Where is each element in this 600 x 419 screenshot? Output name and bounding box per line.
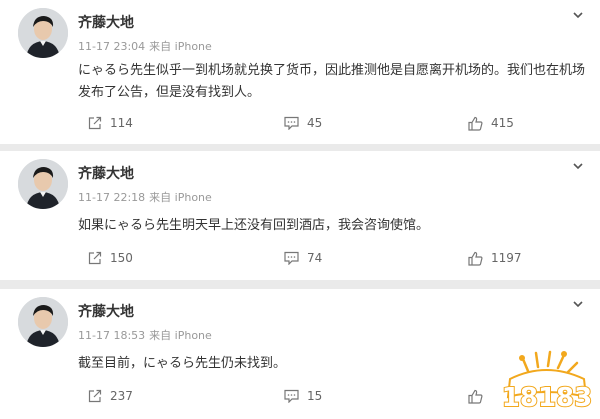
post-time[interactable]: 11-17 18:53 [78, 329, 145, 342]
post-actions: 150 74 1197 [0, 247, 600, 269]
like-button[interactable]: 1197 [468, 247, 522, 269]
like-button[interactable]: 415 [468, 112, 514, 134]
like-icon [468, 116, 483, 131]
post-text: 如果にゃるら先生明天早上还没有回到酒店，我会咨询使馆。 [78, 218, 430, 233]
post-time[interactable]: 11-17 23:04 [78, 40, 145, 53]
share-count: 237 [110, 389, 133, 403]
author-name[interactable]: 齐藤大地 [78, 163, 134, 183]
like-button[interactable] [468, 385, 491, 407]
chevron-down-icon[interactable] [572, 298, 584, 310]
avatar[interactable] [18, 159, 68, 209]
avatar[interactable] [18, 8, 68, 58]
comment-button[interactable]: 45 [284, 112, 322, 134]
post-meta: 11-17 23:04 来自 iPhone [78, 38, 212, 54]
share-count: 150 [110, 251, 133, 265]
post-card: 齐藤大地 11-17 23:04 来自 iPhone にゃるら先生似乎一到机场就兑… [0, 0, 600, 144]
comment-icon [284, 389, 299, 403]
share-button[interactable]: 237 [88, 385, 133, 407]
avatar-photo [18, 297, 68, 347]
post-source: 来自 iPhone [149, 329, 212, 342]
share-icon [88, 116, 102, 130]
post-source: 来自 iPhone [149, 191, 212, 204]
chevron-down-icon[interactable] [572, 160, 584, 172]
post-meta: 11-17 22:18 来自 iPhone [78, 189, 212, 205]
share-button[interactable]: 114 [88, 112, 133, 134]
share-count: 114 [110, 116, 133, 130]
like-count: 1197 [491, 251, 522, 265]
like-count: 415 [491, 116, 514, 130]
post-meta: 11-17 18:53 来自 iPhone [78, 327, 212, 343]
share-icon [88, 251, 102, 265]
share-button[interactable]: 150 [88, 247, 133, 269]
comment-count: 74 [307, 251, 323, 265]
avatar-photo [18, 8, 68, 58]
post-source: 来自 iPhone [149, 40, 212, 53]
comment-button[interactable]: 74 [284, 247, 322, 269]
like-icon [468, 389, 483, 404]
post-actions: 114 45 415 [0, 112, 600, 134]
avatar-photo [18, 159, 68, 209]
post-text: にゃるら先生似乎一到机场就兑换了货币，因此推测他是自愿离开机场的。我们也在机场发… [78, 63, 586, 100]
comment-count: 45 [307, 116, 323, 130]
comment-button[interactable]: 15 [284, 385, 322, 407]
watermark-text: 18183 [502, 383, 592, 413]
like-icon [468, 251, 483, 266]
avatar[interactable] [18, 297, 68, 347]
author-name[interactable]: 齐藤大地 [78, 12, 134, 32]
comment-count: 15 [307, 389, 323, 403]
share-icon [88, 389, 102, 403]
post-time[interactable]: 11-17 22:18 [78, 191, 145, 204]
author-name[interactable]: 齐藤大地 [78, 301, 134, 321]
site-watermark-logo: 18183 [501, 350, 593, 414]
comment-icon [284, 116, 299, 130]
chevron-down-icon[interactable] [572, 9, 584, 21]
weibo-feed: 齐藤大地 11-17 23:04 来自 iPhone にゃるら先生似乎一到机场就兑… [0, 0, 600, 419]
comment-icon [284, 251, 299, 265]
post-card: 齐藤大地 11-17 22:18 来自 iPhone 如果にゃるら先生明天早上还没… [0, 151, 600, 280]
